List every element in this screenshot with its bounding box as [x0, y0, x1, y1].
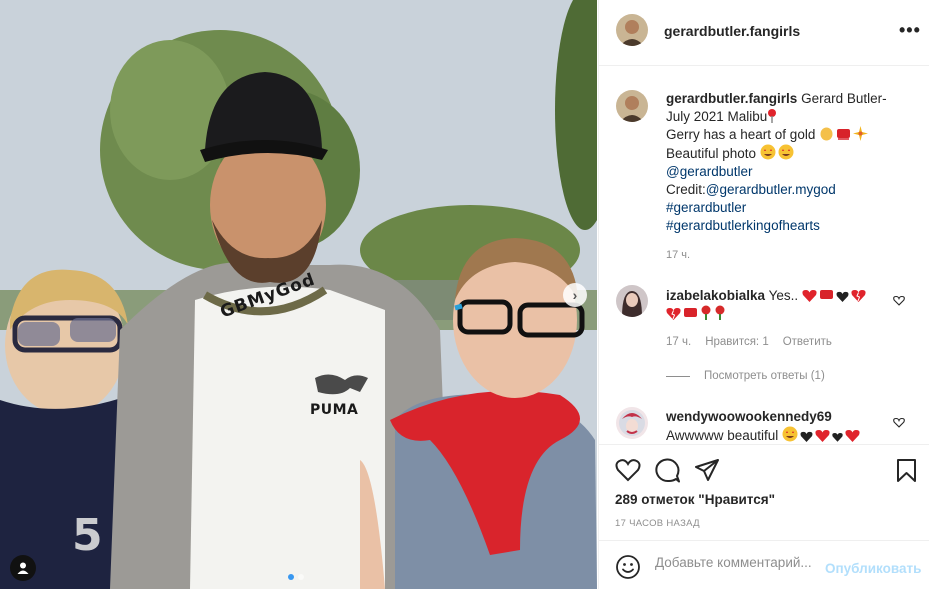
- publish-button[interactable]: Опубликовать: [825, 561, 921, 576]
- post-actions: 289 отметок "Нравится" 17 ЧАСОВ НАЗАД: [599, 444, 929, 545]
- heart-emoji-icon: [802, 290, 817, 302]
- shirt-brand-text: PUMA: [310, 402, 359, 418]
- post-header: gerardbutler.fangirls •••: [599, 0, 929, 66]
- pushpin-emoji-icon: [768, 109, 777, 123]
- add-comment-bar: Опубликовать: [599, 540, 929, 590]
- hundred-emoji-icon: [684, 308, 697, 317]
- caption-credit-link[interactable]: @gerardbutler.mygod: [706, 182, 836, 197]
- heart-emoji-icon: [845, 430, 860, 442]
- caption-username-link[interactable]: gerardbutler.fangirls: [666, 91, 797, 106]
- broken-heart-emoji-icon: [666, 308, 681, 320]
- star-eyes-emoji-icon: [778, 144, 794, 160]
- commenter-avatar[interactable]: [616, 407, 648, 439]
- user-tag-icon: [17, 562, 29, 574]
- sparkle-emoji-icon: [853, 126, 869, 141]
- comment-meta: 17 ч. Нравится: 1 Ответить: [666, 336, 832, 348]
- comment-text: wendywoowookennedy69 Awwwww beautiful: [666, 408, 891, 444]
- comment-input[interactable]: [655, 555, 815, 570]
- comment-username-link[interactable]: wendywoowookennedy69: [666, 409, 832, 424]
- comment-likes-count[interactable]: Нравится: 1: [705, 336, 769, 348]
- caption-hashtag-link[interactable]: #gerardbutlerkingofhearts: [666, 217, 906, 235]
- comment-message: Awwwww beautiful: [666, 428, 779, 443]
- share-icon[interactable]: [695, 458, 720, 483]
- black-heart-emoji-icon: [800, 431, 813, 442]
- chevron-right-icon: ›: [572, 287, 578, 303]
- star-eyes-emoji-icon: [782, 426, 798, 442]
- view-replies-label: Посмотреть ответы (1): [704, 370, 825, 382]
- clap-emoji-icon: [820, 127, 833, 141]
- likes-count[interactable]: 289 отметок "Нравится": [615, 492, 775, 507]
- comment-message: Yes..: [768, 288, 799, 303]
- caption-hashtag-link[interactable]: #gerardbutler: [666, 199, 906, 217]
- rose-emoji-icon: [701, 305, 711, 320]
- comment-icon[interactable]: [655, 458, 680, 483]
- comments-scroll-area[interactable]: gerardbutler.fangirls Gerard Butler-July…: [599, 66, 929, 444]
- star-eyes-emoji-icon: [760, 144, 776, 160]
- bookmark-icon[interactable]: [896, 458, 917, 483]
- caption-timestamp[interactable]: 17 ч.: [666, 249, 690, 261]
- black-heart-emoji-icon: [832, 432, 843, 442]
- caption-mention-link[interactable]: @gerardbutler: [666, 163, 906, 181]
- caption-avatar[interactable]: [616, 90, 648, 122]
- emoji-picker-icon[interactable]: [616, 555, 640, 579]
- view-replies-button[interactable]: Посмотреть ответы (1): [666, 370, 825, 382]
- more-options-icon[interactable]: •••: [899, 20, 921, 41]
- shirt-number-text: 5: [72, 510, 103, 561]
- comment-timestamp[interactable]: 17 ч.: [666, 336, 691, 348]
- avatar[interactable]: [616, 14, 648, 46]
- rose-emoji-icon: [715, 305, 725, 320]
- comment-reply-button[interactable]: Ответить: [783, 336, 832, 348]
- caption-line-2: Gerry has a heart of gold: [666, 127, 816, 142]
- black-heart-emoji-icon: [836, 291, 849, 302]
- header-username-link[interactable]: gerardbutler.fangirls: [664, 23, 800, 39]
- carousel-dot: [298, 574, 304, 580]
- tagged-users-button[interactable]: [10, 555, 36, 581]
- post-date[interactable]: 17 ЧАСОВ НАЗАД: [615, 518, 700, 529]
- broken-heart-emoji-icon: [851, 290, 866, 302]
- hundred-emoji-icon: [819, 290, 833, 299]
- heart-icon[interactable]: [615, 458, 641, 482]
- heart-outline-icon[interactable]: [893, 295, 905, 306]
- caption-text: gerardbutler.fangirls Gerard Butler-July…: [666, 90, 906, 235]
- carousel-dot-active: [288, 574, 294, 580]
- carousel-next-button[interactable]: ›: [563, 283, 587, 307]
- post-side-panel: gerardbutler.fangirls ••• gerardbutler.f…: [598, 0, 929, 589]
- caption-credit-label: Credit:: [666, 182, 706, 197]
- commenter-avatar[interactable]: [616, 285, 648, 317]
- replies-divider: [666, 375, 690, 377]
- heart-outline-icon[interactable]: [893, 417, 905, 428]
- caption-line-3: Beautiful photo: [666, 146, 757, 161]
- comment-username-link[interactable]: izabelakobialka: [666, 288, 765, 303]
- post-photo[interactable]: GBMyGod PUMA 5 ›: [0, 0, 597, 589]
- hundred-emoji-icon: [837, 129, 851, 140]
- comment-text: izabelakobialka Yes..: [666, 287, 891, 323]
- heart-emoji-icon: [815, 430, 830, 442]
- carousel-indicator: [288, 574, 304, 580]
